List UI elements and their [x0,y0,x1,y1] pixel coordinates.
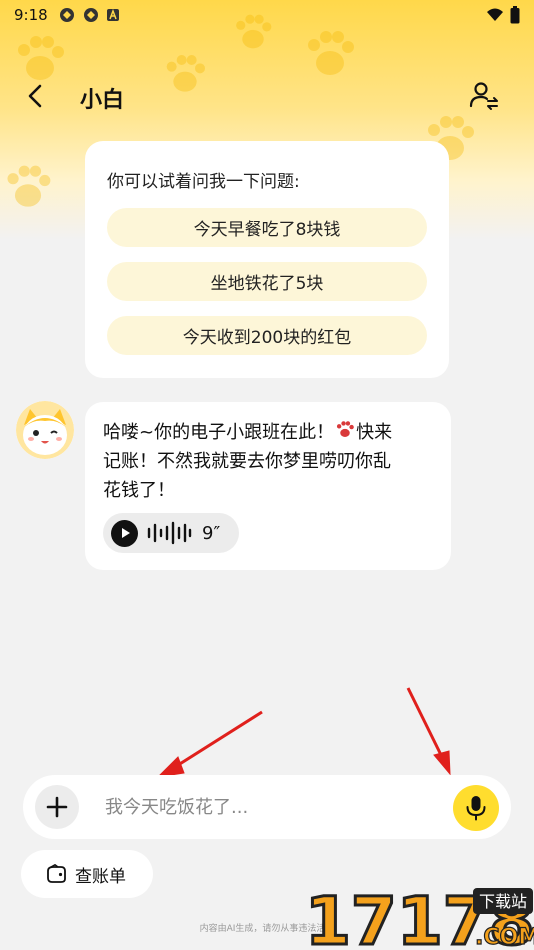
chat-header: 小白 [0,74,534,118]
play-icon[interactable] [111,519,138,547]
cat-avatar-icon [16,401,74,459]
message-line: 哈喽~你的电子小跟班在此！ [103,422,335,443]
a-badge-icon [106,8,119,21]
paw-print-icon [7,165,51,207]
watermark-domain: .COM [475,925,534,950]
voice-duration: 9″ [202,522,221,544]
voice-message-player[interactable]: 9″ [103,513,239,553]
message-line: 记账！不然我就要去你梦里唠叨你乱 [103,451,391,472]
assistant-message-bubble: 哈喽~你的电子小跟班在此！ 快来 记账！不然我就要去你梦里唠叨你乱 花钱了！ 9″ [85,402,451,570]
suggestion-chip[interactable]: 今天收到200块的红包 [107,316,427,355]
view-bills-label: 查账单 [75,866,126,887]
suggestion-chip[interactable]: 坐地铁花了5块 [107,262,427,301]
message-text: 哈喽~你的电子小跟班在此！ 快来 记账！不然我就要去你梦里唠叨你乱 花钱了！ [103,418,439,505]
watermark-site-label: 下载站 [479,892,527,911]
voice-input-button[interactable] [453,785,499,831]
suggestion-title: 你可以试着问我一下问题: [107,172,300,192]
switch-user-icon[interactable] [468,80,500,112]
wallet-icon [47,864,66,883]
sound-wave-icon [147,521,192,545]
back-arrow-icon[interactable] [22,82,50,110]
chat-input-bar [23,775,511,839]
status-bar: 9:18 [0,0,534,30]
message-input[interactable] [105,791,445,823]
assistant-avatar[interactable] [16,401,74,459]
watermark-logo: 17178 下载站 .COM [304,882,534,950]
paw-print-icon [337,421,354,437]
wifi-icon [487,8,503,21]
battery-icon [510,6,520,24]
plus-icon [46,796,68,818]
app-notification-icon [83,8,98,22]
microphone-icon [466,796,486,821]
add-attachment-button[interactable] [35,785,79,829]
view-bills-button[interactable]: 查账单 [21,850,153,898]
suggestion-card: 你可以试着问我一下问题: 今天早餐吃了8块钱 坐地铁花了5块 今天收到200块的… [85,141,449,378]
status-time: 9:18 [14,6,48,24]
site-watermark: 17178 下载站 .COM [304,882,534,950]
message-line: 快来 [356,422,393,443]
app-notification-icon [59,8,74,22]
message-line: 花钱了！ [103,480,175,501]
page-title: 小白 [80,88,125,113]
red-arrow-icon [156,687,451,778]
suggestion-chip[interactable]: 今天早餐吃了8块钱 [107,208,427,247]
